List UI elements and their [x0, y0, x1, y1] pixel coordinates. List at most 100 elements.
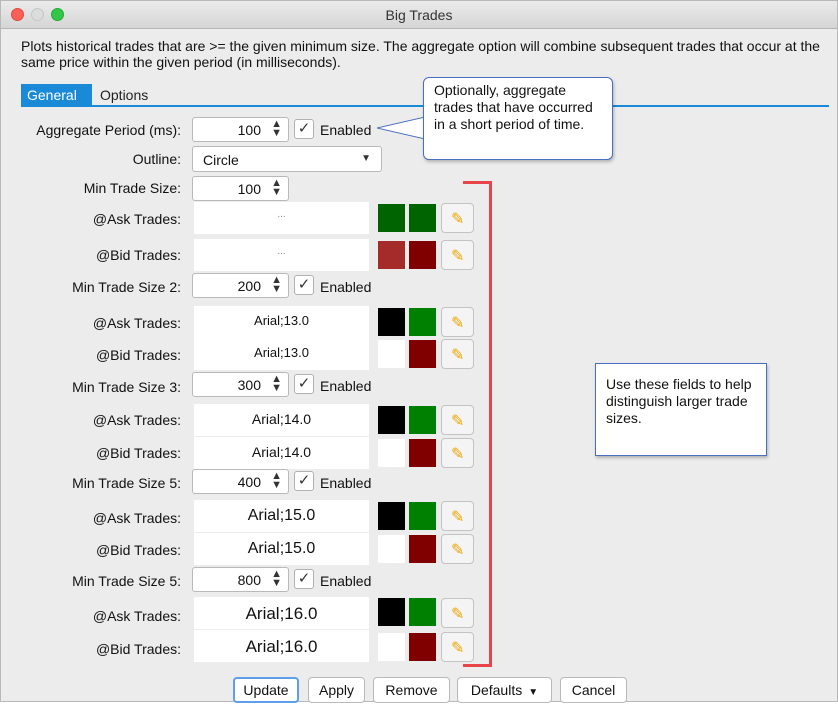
- aggregate-enabled-checkbox[interactable]: ✓: [294, 119, 314, 139]
- ask-trades-3-font-field[interactable]: Arial;14.0: [194, 404, 369, 436]
- min-trade-size-2-spinner[interactable]: 200 ▲ ▼: [192, 273, 289, 298]
- ask-2-outline-color-swatch[interactable]: [378, 308, 405, 336]
- min-trade-size-3-spinner[interactable]: 300 ▲ ▼: [192, 372, 289, 397]
- min-trade-size-2-label: Min Trade Size 2:: [72, 279, 181, 295]
- min-trade-size-4-spinner[interactable]: 400 ▲ ▼: [192, 469, 289, 494]
- ask-trades-3-font-value: Arial;14.0: [251, 411, 312, 427]
- bid-trades-4-label: @Bid Trades:: [95, 542, 181, 558]
- ask-trades-2-font-value: Arial;13.0: [254, 313, 309, 328]
- bid-outline-color-swatch[interactable]: [378, 241, 405, 269]
- ask-3-outline-color-swatch[interactable]: [378, 406, 405, 434]
- ask-trades-3-label: @Ask Trades:: [92, 412, 181, 428]
- tab-options[interactable]: Options: [94, 84, 154, 106]
- bid-3-outline-color-swatch[interactable]: [378, 439, 405, 467]
- up-down-arrows-icon[interactable]: ▲ ▼: [271, 178, 282, 198]
- bid-trades-3-font-field[interactable]: Arial;14.0: [194, 437, 369, 469]
- update-button[interactable]: Update: [233, 677, 299, 703]
- bid-2-outline-color-swatch[interactable]: [378, 340, 405, 368]
- callout-pointer: [377, 116, 425, 140]
- bid-trades-font-field[interactable]: ...: [194, 239, 369, 271]
- ask-3-fill-color-swatch[interactable]: [409, 406, 436, 434]
- ask-trades-5-font-field[interactable]: Arial;16.0: [194, 597, 369, 629]
- checkmark-icon: ✓: [297, 375, 311, 392]
- bid-trades-label: @Bid Trades:: [95, 247, 181, 263]
- min-trade-size-5-value[interactable]: 800: [238, 572, 261, 588]
- min-trade-size-3-value[interactable]: 300: [238, 377, 261, 393]
- ask-trades-2-label: @Ask Trades:: [92, 315, 181, 331]
- aggregate-period-label: Aggregate Period (ms):: [36, 122, 181, 138]
- min-trade-size-4-enabled-checkbox[interactable]: ✓: [294, 471, 314, 491]
- bid-trades-2-font-value: Arial;13.0: [254, 345, 309, 360]
- min-trade-size-4-enabled-label: Enabled: [320, 475, 372, 491]
- min-trade-size-5-label: Min Trade Size 5:: [72, 573, 181, 589]
- bid-trades-5-font-field[interactable]: Arial;16.0: [194, 630, 369, 662]
- defaults-button-label: Defaults: [470, 682, 523, 698]
- min-trade-size-2-enabled-checkbox[interactable]: ✓: [294, 275, 314, 295]
- ask-trades-4-font-value: Arial;15.0: [247, 507, 316, 524]
- big-trades-dialog: Big Trades Plots historical trades that …: [0, 0, 838, 703]
- ask-trades-4-label: @Ask Trades:: [92, 510, 181, 526]
- title-bar[interactable]: Big Trades: [1, 1, 837, 29]
- ask-2-fill-color-swatch[interactable]: [409, 308, 436, 336]
- aggregate-period-spinner[interactable]: 100 ▲ ▼: [192, 117, 289, 142]
- min-trade-size-4-value[interactable]: 400: [238, 474, 261, 490]
- aggregate-enabled-label: Enabled: [320, 122, 372, 138]
- bid-trades-3-font-value: Arial;14.0: [251, 444, 312, 460]
- bid-3-fill-color-swatch[interactable]: [409, 439, 436, 467]
- min-trade-size-3-enabled-label: Enabled: [320, 378, 372, 394]
- ask-5-fill-color-swatch[interactable]: [409, 598, 436, 626]
- window-title: Big Trades: [385, 7, 453, 23]
- bid-4-fill-color-swatch[interactable]: [409, 535, 436, 563]
- min-trade-size-spinner[interactable]: 100 ▲ ▼: [192, 176, 289, 201]
- outline-label: Outline:: [132, 151, 181, 167]
- outline-select[interactable]: Circle ▼: [192, 146, 382, 172]
- checkmark-icon: ✓: [297, 276, 311, 293]
- aggregate-callout: Optionally, aggregate trades that have o…: [423, 77, 613, 160]
- ask-trades-label: @Ask Trades:: [92, 211, 181, 227]
- aggregate-period-value[interactable]: 100: [238, 122, 261, 138]
- min-trade-size-5-enabled-label: Enabled: [320, 573, 372, 589]
- up-down-arrows-icon[interactable]: ▲ ▼: [271, 119, 282, 139]
- min-trade-size-value[interactable]: 100: [238, 181, 261, 197]
- bid-trades-2-label: @Bid Trades:: [95, 347, 181, 363]
- ask-trades-5-font-value: Arial;16.0: [245, 604, 318, 623]
- bid-5-fill-color-swatch[interactable]: [409, 633, 436, 661]
- min-trade-size-label: Min Trade Size:: [83, 180, 181, 196]
- min-trade-size-5-enabled-checkbox[interactable]: ✓: [294, 569, 314, 589]
- min-trade-size-4-label: Min Trade Size 5:: [72, 475, 181, 491]
- chevron-down-icon: ▼: [528, 687, 539, 698]
- bid-4-outline-color-swatch[interactable]: [378, 535, 405, 563]
- chevron-down-icon: ▼: [361, 153, 371, 164]
- bid-trades-font-value: ...: [277, 246, 286, 257]
- bid-5-outline-color-swatch[interactable]: [378, 633, 405, 661]
- outline-select-value: Circle: [203, 152, 239, 168]
- bid-fill-color-swatch[interactable]: [409, 241, 436, 269]
- bid-trades-5-label: @Bid Trades:: [95, 641, 181, 657]
- ask-4-fill-color-swatch[interactable]: [409, 502, 436, 530]
- ask-outline-color-swatch[interactable]: [378, 204, 405, 232]
- up-down-arrows-icon[interactable]: ▲ ▼: [271, 471, 282, 491]
- ask-fill-color-swatch[interactable]: [409, 204, 436, 232]
- cancel-button[interactable]: Cancel: [560, 677, 627, 703]
- min-trade-size-2-value[interactable]: 200: [238, 278, 261, 294]
- ask-4-outline-color-swatch[interactable]: [378, 502, 405, 530]
- annotation-bracket: [463, 181, 492, 667]
- bid-trades-2-font-field[interactable]: Arial;13.0: [194, 338, 369, 370]
- bid-trades-4-font-field[interactable]: Arial;15.0: [194, 533, 369, 565]
- bid-2-fill-color-swatch[interactable]: [409, 340, 436, 368]
- ask-trades-font-field[interactable]: ...: [194, 202, 369, 234]
- up-down-arrows-icon[interactable]: ▲ ▼: [271, 374, 282, 394]
- ask-trades-2-font-field[interactable]: Arial;13.0: [194, 306, 369, 338]
- ask-trades-font-value: ...: [277, 209, 286, 220]
- apply-button[interactable]: Apply: [308, 677, 365, 703]
- up-down-arrows-icon[interactable]: ▲ ▼: [271, 275, 282, 295]
- defaults-button[interactable]: Defaults ▼: [457, 677, 552, 703]
- min-trade-size-3-enabled-checkbox[interactable]: ✓: [294, 374, 314, 394]
- ask-5-outline-color-swatch[interactable]: [378, 598, 405, 626]
- min-trade-size-5-spinner[interactable]: 800 ▲ ▼: [192, 567, 289, 592]
- up-down-arrows-icon[interactable]: ▲ ▼: [271, 569, 282, 589]
- fields-note: Use these fields to help distinguish lar…: [595, 363, 767, 456]
- tab-general[interactable]: General: [21, 84, 92, 106]
- remove-button[interactable]: Remove: [373, 677, 450, 703]
- ask-trades-4-font-field[interactable]: Arial;15.0: [194, 500, 369, 532]
